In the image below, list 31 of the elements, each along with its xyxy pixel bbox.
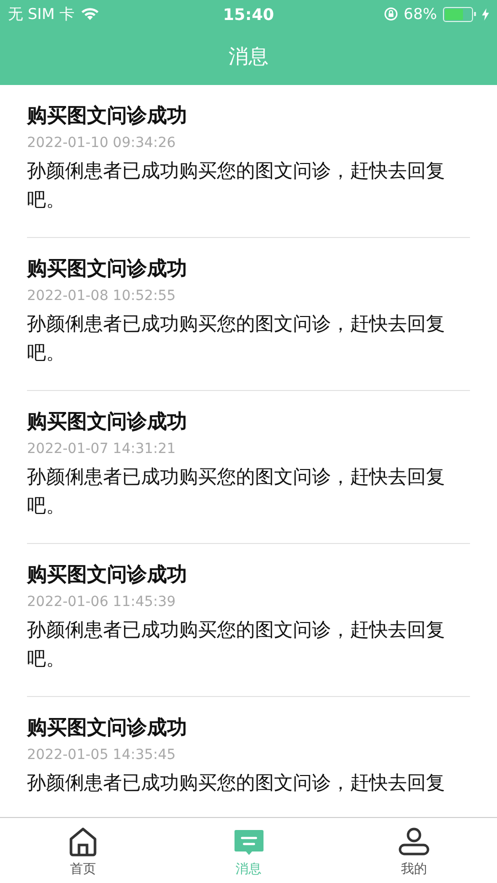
message-title: 购买图文问诊成功: [27, 408, 188, 435]
person-icon: [398, 826, 430, 858]
message-title: 购买图文问诊成功: [27, 561, 188, 588]
message-title: 购买图文问诊成功: [27, 714, 188, 741]
battery-icon: [443, 6, 476, 22]
battery-percent: 68%: [404, 5, 437, 23]
message-time: 2022-01-06 11:45:39: [27, 593, 177, 612]
message-title: 购买图文问诊成功: [27, 255, 188, 282]
message-text: 孙颜俐患者已成功购买您的图文问诊，赶快去回复吧。: [27, 465, 446, 519]
tab-item[interactable]: 我的: [331, 818, 497, 883]
page-title: 消息: [228, 43, 268, 70]
message-time: 2022-01-08 10:52:55: [27, 287, 177, 306]
message-item[interactable]: 购买图文问诊成功 2022-01-07 14:31:21 孙颜俐患者已成功购买您的图文问诊，赶快去回复吧。: [27, 391, 470, 544]
message-title: 购买图文问诊成功: [27, 102, 188, 129]
message-item[interactable]: 购买图文问诊成功 2022-01-08 10:52:55 孙颜俐患者已成功购买您的图文问诊，赶快去回复吧。: [27, 238, 470, 391]
carrier-label: 无 SIM 卡: [8, 4, 74, 24]
message-text: 孙颜俐患者已成功购买您的图文问诊，赶快去回复: [27, 771, 446, 796]
house-icon: [66, 826, 99, 858]
message-item[interactable]: 购买图文问诊成功 2022-01-10 09:34:26 孙颜俐患者已成功购买您的图文问诊，赶快去回复吧。: [27, 85, 470, 238]
clock-time: 15:40: [223, 4, 274, 24]
message-text: 孙颜俐患者已成功购买您的图文问诊，赶快去回复吧。: [27, 159, 446, 213]
message-text: 孙颜俐患者已成功购买您的图文问诊，赶快去回复吧。: [27, 312, 446, 366]
charging-icon: [482, 8, 489, 20]
message-item[interactable]: 购买图文问诊成功 2022-01-06 11:45:39 孙颜俐患者已成功购买您的图文问诊，赶快去回复吧。: [27, 544, 470, 697]
message-time: 2022-01-07 14:31:21: [27, 440, 177, 459]
wifi-icon: [80, 7, 100, 21]
rotation-lock-icon: [384, 7, 398, 21]
tab-item[interactable]: 首页: [0, 818, 166, 883]
message-time: 2022-01-10 09:34:26: [27, 134, 177, 153]
message-time: 2022-01-05 14:35:45: [27, 746, 177, 765]
message-text: 孙颜俐患者已成功购买您的图文问诊，赶快去回复吧。: [27, 618, 446, 672]
